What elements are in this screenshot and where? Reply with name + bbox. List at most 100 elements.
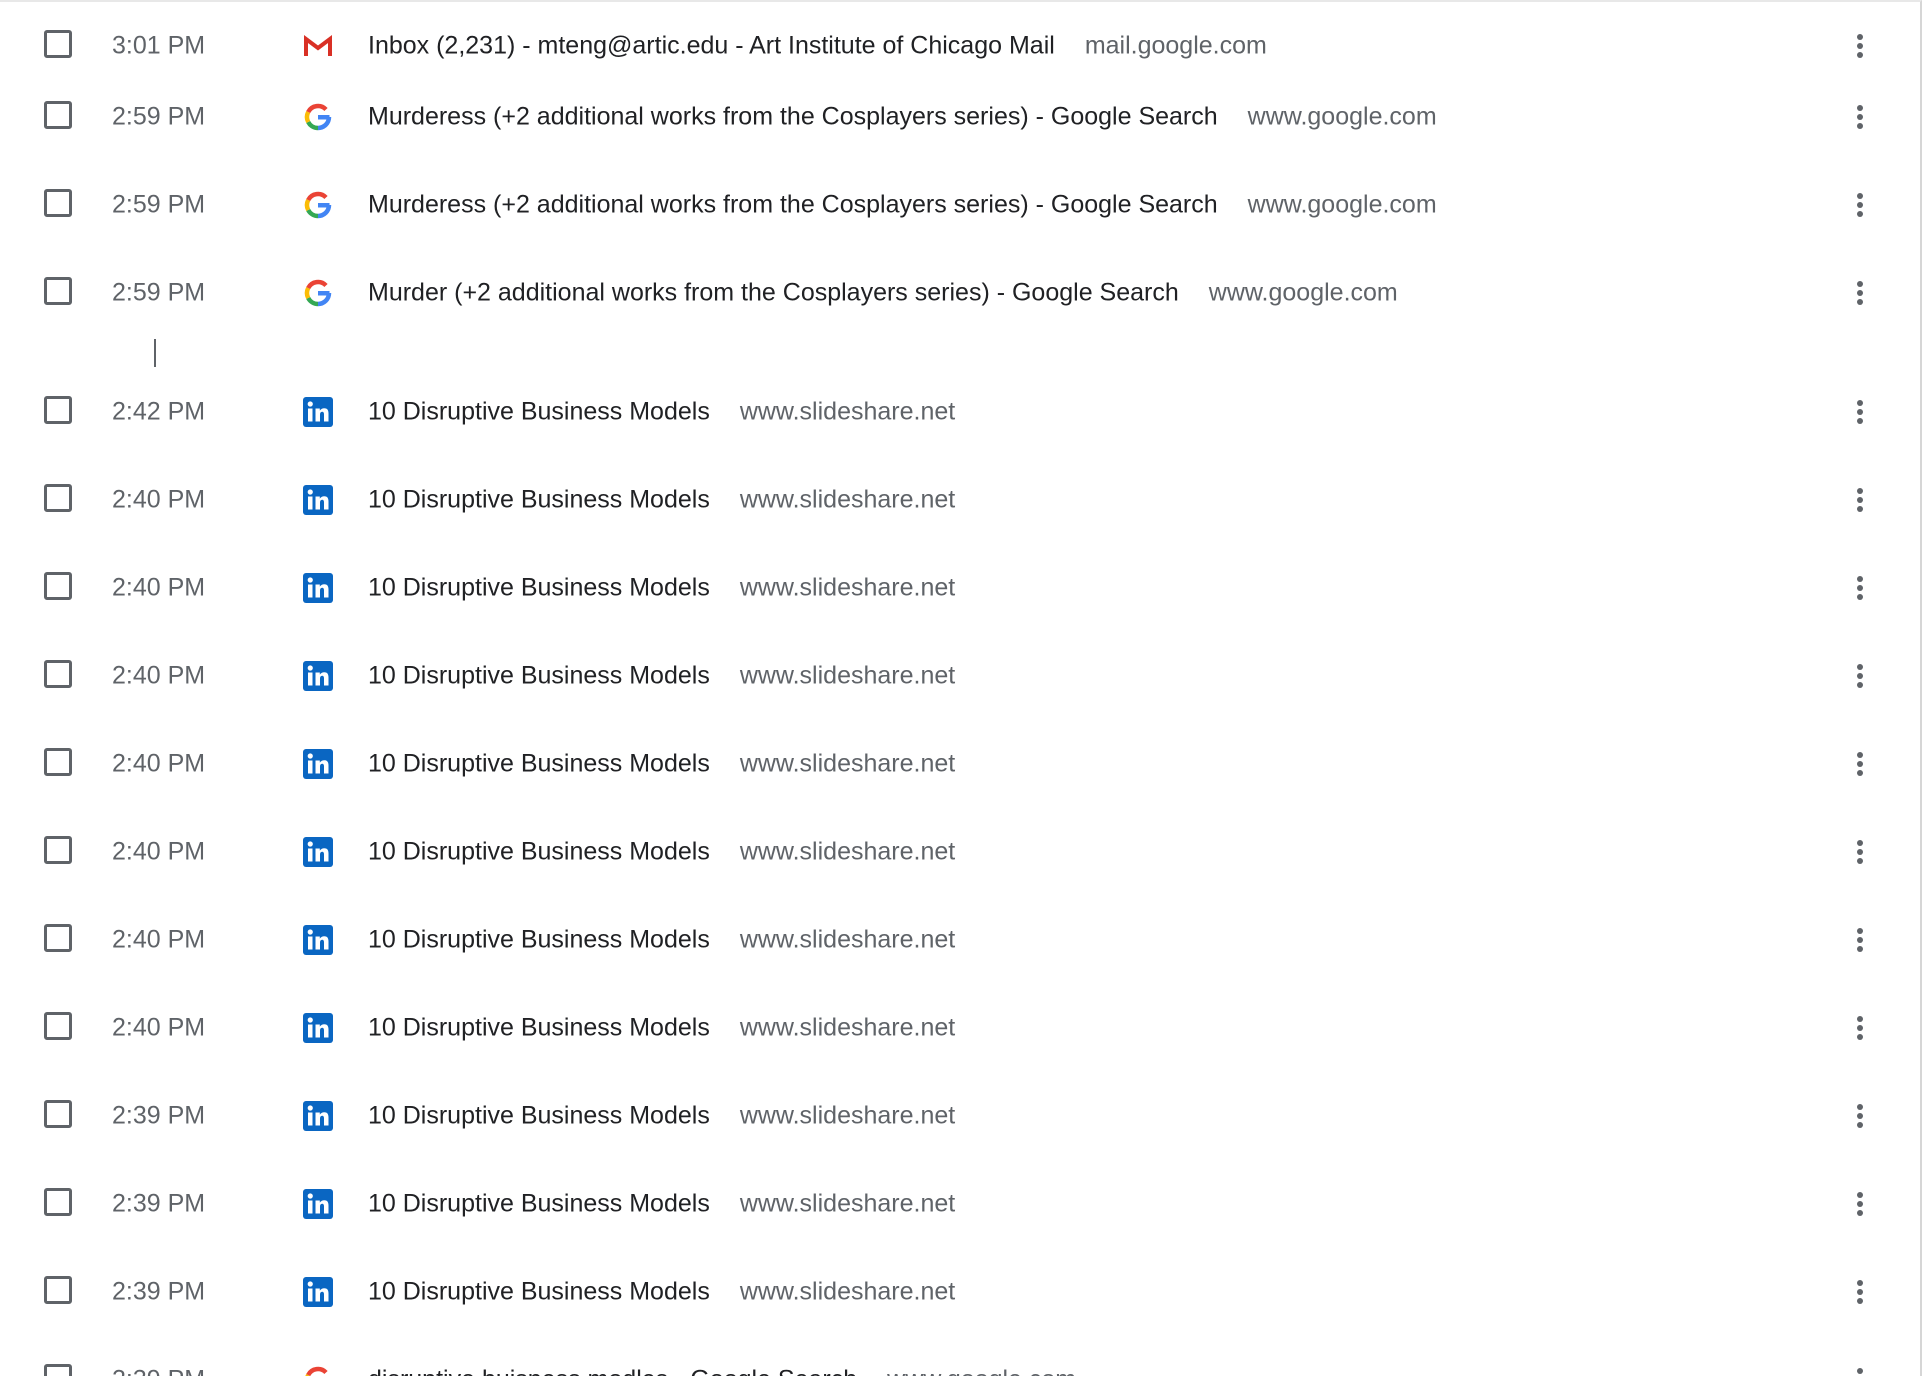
entry-title-link[interactable]: 10 Disruptive Business Models xyxy=(368,750,710,778)
entry-checkbox[interactable] xyxy=(44,1012,72,1040)
entry-title-link[interactable]: disruptive buisness modles - Google Sear… xyxy=(368,1366,857,1376)
history-entry-row[interactable]: 2:39 PM 10 Disruptive Business Models www.… xyxy=(0,1248,1922,1336)
more-vert-icon xyxy=(1857,193,1863,199)
more-actions-button[interactable] xyxy=(1844,1360,1876,1376)
entry-checkbox[interactable] xyxy=(44,396,72,424)
entry-checkbox[interactable] xyxy=(44,1364,72,1376)
linkedin-icon xyxy=(302,748,334,780)
entry-domain: www.slideshare.net xyxy=(739,1277,956,1306)
entry-time: 2:40 PM xyxy=(112,1013,206,1042)
more-vert-icon-dot xyxy=(1857,202,1863,208)
entry-title-link[interactable]: 10 Disruptive Business Models xyxy=(368,486,710,514)
more-actions-button[interactable] xyxy=(1844,1184,1876,1224)
more-vert-icon-dot xyxy=(1857,682,1863,688)
history-entry-row[interactable]: 2:40 PM 10 Disruptive Business Models www.… xyxy=(0,544,1922,632)
more-actions-button[interactable] xyxy=(1844,744,1876,784)
more-vert-icon-dot xyxy=(1857,761,1863,767)
more-vert-icon xyxy=(1857,840,1863,846)
history-entry-row[interactable]: 2:59 PM Murderess (+2 additional works fr… xyxy=(0,73,1922,161)
history-entry-row[interactable]: 2:40 PM 10 Disruptive Business Models www.… xyxy=(0,632,1922,720)
linkedin-icon xyxy=(302,924,334,956)
entry-checkbox[interactable] xyxy=(44,924,72,952)
more-vert-icon xyxy=(1857,281,1863,287)
entry-time: 2:39 PM xyxy=(112,1189,206,1218)
history-entry-row[interactable]: 2:40 PM 10 Disruptive Business Models www.… xyxy=(0,808,1922,896)
entry-title-link[interactable]: Inbox (2,231) - mteng@artic.edu - Art In… xyxy=(368,32,1055,60)
entry-title-link[interactable]: Murderess (+2 additional works from the … xyxy=(368,103,1218,131)
more-actions-button[interactable] xyxy=(1844,920,1876,960)
more-vert-icon xyxy=(1857,105,1863,111)
history-entry-row[interactable]: 2:59 PM Murder (+2 additional works from … xyxy=(0,249,1922,337)
linkedin-icon xyxy=(302,484,334,516)
history-entry-row[interactable]: 2:39 PM 10 Disruptive Business Models www.… xyxy=(0,1072,1922,1160)
more-actions-button[interactable] xyxy=(1844,26,1876,66)
entry-title-link[interactable]: 10 Disruptive Business Models xyxy=(368,1190,710,1218)
entry-title-link[interactable]: 10 Disruptive Business Models xyxy=(368,1278,710,1306)
history-entry-row[interactable]: 2:39 PM 10 Disruptive Business Models www.… xyxy=(0,1160,1922,1248)
more-actions-button[interactable] xyxy=(1844,1272,1876,1312)
entry-checkbox[interactable] xyxy=(44,836,72,864)
entry-title-link[interactable]: 10 Disruptive Business Models xyxy=(368,1014,710,1042)
more-actions-button[interactable] xyxy=(1844,1008,1876,1048)
history-entry-row[interactable]: 2:40 PM 10 Disruptive Business Models www.… xyxy=(0,720,1922,808)
more-vert-icon-dot xyxy=(1857,418,1863,424)
more-vert-icon-dot xyxy=(1857,1210,1863,1216)
more-vert-icon-dot xyxy=(1857,1298,1863,1304)
more-actions-button[interactable] xyxy=(1844,832,1876,872)
entry-text: 10 Disruptive Business Models www.slidesh… xyxy=(368,486,955,515)
entry-checkbox[interactable] xyxy=(44,572,72,600)
entry-checkbox[interactable] xyxy=(44,1100,72,1128)
more-actions-button[interactable] xyxy=(1844,656,1876,696)
more-vert-icon-dot xyxy=(1857,594,1863,600)
more-actions-button[interactable] xyxy=(1844,568,1876,608)
more-vert-icon-dot xyxy=(1857,849,1863,855)
history-entry-row[interactable]: 2:59 PM Murderess (+2 additional works fr… xyxy=(0,161,1922,249)
more-vert-icon-dot xyxy=(1857,770,1863,776)
more-vert-icon-dot xyxy=(1857,52,1863,58)
entry-checkbox[interactable] xyxy=(44,1188,72,1216)
entry-domain: www.slideshare.net xyxy=(739,1189,956,1218)
entry-title-link[interactable]: 10 Disruptive Business Models xyxy=(368,1102,710,1130)
entry-checkbox[interactable] xyxy=(44,748,72,776)
history-entry-row[interactable]: 2:39 PM disruptive buisness modles - Goog… xyxy=(0,1336,1922,1376)
entry-title-link[interactable]: 10 Disruptive Business Models xyxy=(368,398,710,426)
history-entry-row[interactable]: 2:40 PM 10 Disruptive Business Models www.… xyxy=(0,896,1922,984)
entry-text: 10 Disruptive Business Models www.slidesh… xyxy=(368,1102,955,1131)
entry-title-link[interactable]: 10 Disruptive Business Models xyxy=(368,838,710,866)
entry-checkbox[interactable] xyxy=(44,101,72,129)
entry-time: 2:40 PM xyxy=(112,749,206,778)
entry-checkbox[interactable] xyxy=(44,1276,72,1304)
entry-time: 2:40 PM xyxy=(112,485,206,514)
more-vert-icon xyxy=(1857,928,1863,934)
entry-title-link[interactable]: Murderess (+2 additional works from the … xyxy=(368,191,1218,219)
more-vert-icon xyxy=(1857,664,1863,670)
entry-title-link[interactable]: 10 Disruptive Business Models xyxy=(368,662,710,690)
history-entry-row[interactable]: 2:40 PM 10 Disruptive Business Models www.… xyxy=(0,984,1922,1072)
entry-checkbox[interactable] xyxy=(44,189,72,217)
entry-title-link[interactable]: 10 Disruptive Business Models xyxy=(368,574,710,602)
more-vert-icon-dot xyxy=(1857,211,1863,217)
more-vert-icon-dot xyxy=(1857,585,1863,591)
more-actions-button[interactable] xyxy=(1844,185,1876,225)
more-actions-button[interactable] xyxy=(1844,1096,1876,1136)
google-icon xyxy=(302,189,334,221)
more-actions-button[interactable] xyxy=(1844,392,1876,432)
more-actions-button[interactable] xyxy=(1844,97,1876,137)
entry-checkbox[interactable] xyxy=(44,277,72,305)
history-entry-row[interactable]: 2:40 PM 10 Disruptive Business Models www.… xyxy=(0,456,1922,544)
more-vert-icon xyxy=(1857,1104,1863,1110)
more-actions-button[interactable] xyxy=(1844,480,1876,520)
entry-domain: www.google.com xyxy=(1208,278,1398,307)
entry-time: 2:40 PM xyxy=(112,925,206,954)
linkedin-icon xyxy=(302,396,334,428)
entry-domain: www.slideshare.net xyxy=(739,1101,956,1130)
entry-checkbox[interactable] xyxy=(44,30,72,58)
entry-domain: www.slideshare.net xyxy=(739,749,956,778)
more-actions-button[interactable] xyxy=(1844,273,1876,313)
entry-title-link[interactable]: 10 Disruptive Business Models xyxy=(368,926,710,954)
entry-checkbox[interactable] xyxy=(44,660,72,688)
entry-checkbox[interactable] xyxy=(44,484,72,512)
linkedin-icon xyxy=(302,1012,334,1044)
history-entry-row[interactable]: 2:42 PM 10 Disruptive Business Models www.… xyxy=(0,368,1922,456)
entry-title-link[interactable]: Murder (+2 additional works from the Cos… xyxy=(368,279,1179,307)
